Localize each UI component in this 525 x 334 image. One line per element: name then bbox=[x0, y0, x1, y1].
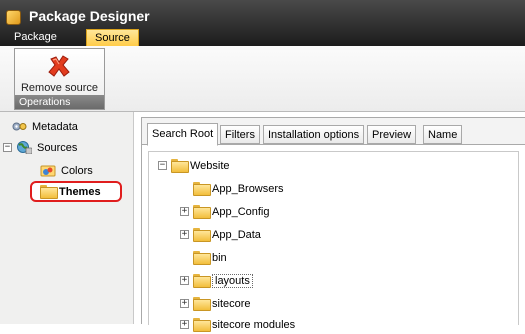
title-bar: Package Designer Package Source bbox=[0, 0, 525, 46]
source-editor-panel: Search Root Filters Installation options… bbox=[141, 117, 525, 333]
tab-source[interactable]: Source bbox=[86, 29, 139, 46]
tree-node[interactable]: + sitecore modules bbox=[180, 316, 295, 334]
tree-node-label: sitecore bbox=[212, 298, 251, 310]
folder-icon bbox=[171, 159, 189, 174]
metadata-icon bbox=[12, 122, 27, 131]
ribbon: Remove source Operations bbox=[0, 46, 525, 112]
operations-group: Remove source Operations bbox=[14, 48, 105, 110]
package-icon bbox=[6, 10, 21, 25]
folder-icon bbox=[193, 318, 211, 333]
folder-icon bbox=[193, 251, 211, 266]
folder-icon bbox=[193, 205, 211, 220]
left-panel: Metadata − Sources Colors Themes bbox=[0, 112, 134, 324]
tab-strip: Search Root Filters Installation options… bbox=[142, 118, 525, 146]
folder-icon bbox=[193, 228, 211, 243]
remove-source-label: Remove source bbox=[20, 82, 99, 94]
tab-search-root[interactable]: Search Root bbox=[147, 123, 219, 146]
tree-node-label: App_Data bbox=[212, 229, 261, 241]
tree-node-label: sitecore modules bbox=[212, 319, 296, 331]
tree-node[interactable]: bin bbox=[193, 249, 227, 267]
sources-icon bbox=[17, 141, 32, 155]
app-title: Package Designer bbox=[29, 8, 150, 24]
folder-icon bbox=[40, 185, 58, 200]
tree-item-colors-label: Colors bbox=[61, 165, 93, 177]
expand-icon[interactable]: + bbox=[180, 206, 189, 216]
operations-group-label: Operations bbox=[15, 95, 104, 109]
tree-item-colors[interactable]: Colors bbox=[40, 162, 93, 180]
tree-item-metadata-label: Metadata bbox=[32, 121, 78, 133]
tree-node[interactable]: App_Browsers bbox=[193, 180, 284, 198]
content-tree: − Website App_Browsers + App_Config + App_D… bbox=[148, 151, 519, 333]
tree-item-metadata[interactable]: Metadata bbox=[12, 118, 78, 136]
tab-filters[interactable]: Filters bbox=[220, 125, 260, 144]
tab-name[interactable]: Name bbox=[423, 125, 463, 144]
expand-icon[interactable]: + bbox=[180, 229, 189, 239]
expand-icon[interactable]: + bbox=[180, 275, 189, 285]
tab-package[interactable]: Package bbox=[6, 29, 65, 46]
expand-icon[interactable]: + bbox=[180, 319, 189, 329]
tree-node-label: App_Config bbox=[212, 206, 270, 218]
collapse-icon[interactable]: − bbox=[158, 160, 167, 170]
tree-node[interactable]: + App_Data bbox=[180, 226, 261, 244]
red-x-icon bbox=[48, 55, 70, 77]
tree-item-themes-label: Themes bbox=[59, 186, 101, 198]
expand-icon[interactable]: + bbox=[180, 298, 189, 308]
tab-installation-options[interactable]: Installation options bbox=[263, 125, 365, 144]
remove-source-button[interactable]: Remove source bbox=[15, 49, 104, 97]
tree-node[interactable]: + sitecore bbox=[180, 295, 251, 313]
tree-node[interactable]: + App_Config bbox=[180, 203, 270, 221]
folder-icon bbox=[193, 297, 211, 312]
folder-icon bbox=[193, 274, 211, 289]
tree-node-selected[interactable]: + layouts bbox=[180, 272, 253, 290]
tree-item-sources-label: Sources bbox=[37, 142, 78, 154]
tree-node-root[interactable]: − Website bbox=[158, 157, 230, 175]
tree-node-label: Website bbox=[190, 160, 230, 172]
colors-icon bbox=[40, 165, 56, 177]
tree-node-label: bin bbox=[212, 252, 227, 264]
tree-node-label: layouts bbox=[212, 274, 253, 288]
tab-preview[interactable]: Preview bbox=[367, 125, 417, 144]
tree-item-sources[interactable]: − Sources bbox=[3, 139, 77, 157]
folder-icon bbox=[193, 182, 211, 197]
tree-node-label: App_Browsers bbox=[212, 183, 284, 195]
tree-item-themes[interactable]: Themes bbox=[40, 183, 101, 201]
collapse-icon[interactable]: − bbox=[3, 142, 12, 152]
